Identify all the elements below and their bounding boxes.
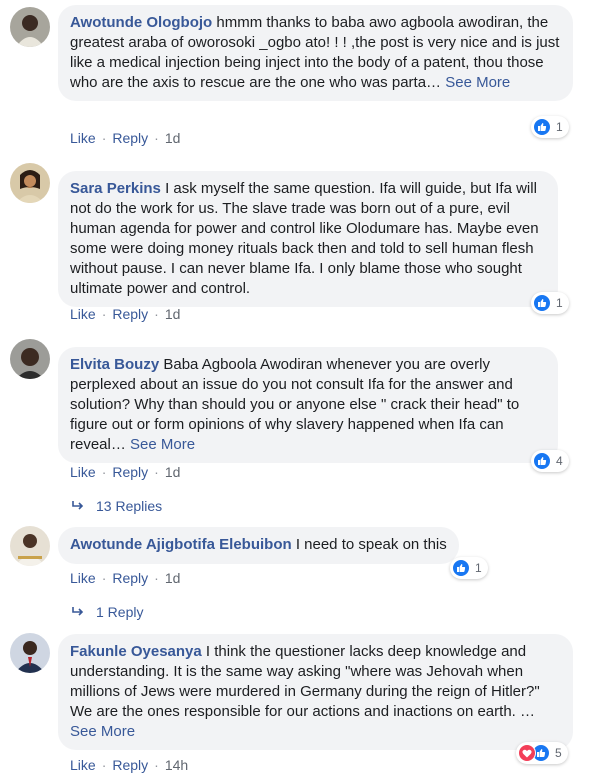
reaction-summary[interactable]: 1 (450, 557, 488, 579)
comment-bubble: Fakunle Oyesanya I think the questioner … (58, 634, 573, 750)
reaction-summary[interactable]: 1 (531, 116, 569, 138)
avatar[interactable] (10, 526, 50, 566)
separator: · (101, 464, 107, 480)
like-button[interactable]: Like (70, 306, 96, 322)
see-more-link[interactable]: See More (70, 723, 135, 740)
see-more-link[interactable]: See More (130, 436, 195, 453)
separator: · (101, 130, 107, 146)
separator: · (101, 570, 107, 586)
view-replies-link[interactable]: 1 Reply (72, 604, 143, 620)
timestamp[interactable]: 14h (165, 757, 188, 773)
replies-count[interactable]: 1 Reply (96, 604, 143, 620)
avatar[interactable] (10, 339, 50, 379)
comment-author[interactable]: Elvita Bouzy (70, 356, 159, 373)
separator: · (154, 757, 159, 773)
reaction-summary[interactable]: 1 (531, 292, 569, 314)
reply-button[interactable]: Reply (112, 570, 148, 586)
heart-icon (518, 744, 536, 762)
like-button[interactable]: Like (70, 130, 96, 146)
like-button[interactable]: Like (70, 570, 96, 586)
comment-bubble: Sara Perkins I ask myself the same quest… (58, 171, 558, 307)
reaction-count: 1 (475, 561, 482, 575)
reaction-count: 5 (555, 746, 562, 760)
comment-author[interactable]: Fakunle Oyesanya (70, 643, 202, 660)
reaction-count: 4 (556, 454, 563, 468)
timestamp[interactable]: 1d (165, 570, 181, 586)
comment-author[interactable]: Sara Perkins (70, 180, 161, 197)
separator: · (154, 570, 159, 586)
separator: · (154, 464, 159, 480)
thumbs-up-icon (533, 118, 551, 136)
comment-actions: Like · Reply · 1d (70, 464, 180, 480)
reply-button[interactable]: Reply (112, 757, 148, 773)
comment-bubble: Awotunde Ajigbotifa Elebuibon I need to … (58, 527, 459, 564)
comment-text: I need to speak on this (291, 536, 447, 553)
comment-author[interactable]: Awotunde Ajigbotifa Elebuibon (70, 536, 292, 553)
reaction-summary[interactable]: 5 (516, 742, 568, 764)
comment-text: I ask myself the same question. Ifa will… (70, 180, 539, 297)
reply-button[interactable]: Reply (112, 464, 148, 480)
avatar[interactable] (10, 7, 50, 47)
see-more-link[interactable]: See More (445, 74, 510, 91)
comment-actions: Like · Reply · 1d (70, 130, 180, 146)
like-button[interactable]: Like (70, 464, 96, 480)
reply-arrow-icon (72, 607, 84, 616)
thumbs-up-icon (452, 559, 470, 577)
reaction-count: 1 (556, 296, 563, 310)
timestamp[interactable]: 1d (165, 306, 181, 322)
separator: · (154, 306, 159, 322)
reply-button[interactable]: Reply (112, 130, 148, 146)
avatar[interactable] (10, 163, 50, 203)
timestamp[interactable]: 1d (165, 130, 181, 146)
reply-button[interactable]: Reply (112, 306, 148, 322)
comment-author[interactable]: Awotunde Ologbojo (70, 14, 212, 31)
replies-count[interactable]: 13 Replies (96, 498, 162, 514)
thumbs-up-icon (533, 452, 551, 470)
comment-actions: Like · Reply · 1d (70, 306, 180, 322)
comment-bubble: Elvita Bouzy Baba Agboola Awodiran whene… (58, 347, 558, 463)
like-button[interactable]: Like (70, 757, 96, 773)
view-replies-link[interactable]: 13 Replies (72, 498, 162, 514)
timestamp[interactable]: 1d (165, 464, 181, 480)
avatar[interactable] (10, 633, 50, 673)
comment-bubble: Awotunde Ologbojo hmmm thanks to baba aw… (58, 5, 573, 101)
separator: · (101, 757, 107, 773)
reply-arrow-icon (72, 501, 84, 510)
reaction-count: 1 (556, 120, 563, 134)
separator: · (101, 306, 107, 322)
comment-actions: Like · Reply · 1d (70, 570, 180, 586)
reaction-summary[interactable]: 4 (531, 450, 569, 472)
separator: · (154, 130, 159, 146)
thumbs-up-icon (533, 294, 551, 312)
comment-actions: Like · Reply · 14h (70, 757, 188, 773)
